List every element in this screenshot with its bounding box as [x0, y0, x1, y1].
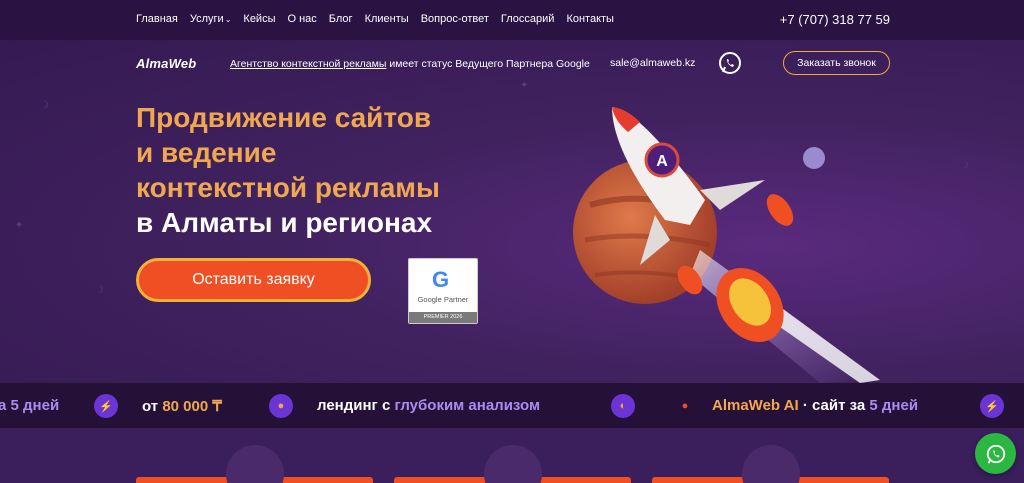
lightning-icon: ⚡: [980, 394, 1004, 418]
email-link[interactable]: sale@almaweb.kz: [610, 57, 695, 69]
phone-number[interactable]: +7 (707) 318 77 59: [780, 12, 890, 27]
badge-brand-text: Google Partner: [417, 295, 469, 304]
partner-status-text: Агентство контекстной рекламы имеет стат…: [230, 58, 590, 70]
headline-line-3: контекстной рекламы: [136, 172, 440, 203]
nav-item-faq[interactable]: Вопрос-ответ: [421, 13, 489, 25]
order-callback-button[interactable]: Заказать звонок: [783, 51, 890, 75]
headline-line-2: и ведение: [136, 137, 277, 168]
nav-item-cases[interactable]: Кейсы: [243, 13, 275, 25]
marquee-item-2-b: 80 000 ₸: [162, 398, 222, 415]
marquee-item-4-c: 5 дней: [869, 397, 919, 414]
main-menu: Главная Услуги⌄ Кейсы О нас Блог Клиенты…: [136, 13, 626, 25]
top-navigation-bar: Главная Услуги⌄ Кейсы О нас Блог Клиенты…: [0, 0, 1024, 40]
almaweb-logo[interactable]: AlmaWeb: [136, 56, 196, 71]
lightning-icon: ⚡: [94, 394, 118, 418]
promo-marquee: а 5 дней ⚡ от 80 000 ₸ ● лендинг с глубо…: [0, 383, 1024, 428]
marquee-item-1-a: а: [0, 397, 7, 414]
coin-icon: ●: [269, 394, 293, 418]
marquee-item-1-b: 5 дней: [10, 397, 60, 414]
nav-item-services[interactable]: Услуги⌄: [190, 13, 232, 25]
nav-item-clients[interactable]: Клиенты: [365, 13, 409, 25]
badge-premier-text: PREMIER 2026: [409, 312, 477, 323]
marquee-item-4-b: · сайт за: [798, 397, 870, 414]
nav-item-home[interactable]: Главная: [136, 13, 178, 25]
marquee-item-3-b: глубоким анализом: [394, 397, 541, 414]
marquee-item-4: AlmaWeb AI · сайт за 5 дней: [712, 397, 918, 414]
chevron-down-icon: ⌄: [224, 15, 232, 24]
google-partner-badge[interactable]: G Google Partner PREMIER 2026: [408, 258, 478, 324]
marquee-item-1: а 5 дней: [0, 397, 59, 414]
marquee-item-2: от 80 000 ₸: [142, 397, 222, 415]
whatsapp-icon[interactable]: [718, 51, 742, 75]
google-g-icon: G: [432, 267, 450, 292]
nav-item-blog[interactable]: Блог: [329, 13, 353, 25]
marquee-item-3-a: лендинг с: [317, 397, 395, 414]
marquee-item-2-a: от: [142, 398, 163, 415]
marquee-item-3: лендинг с глубоким анализом: [317, 397, 540, 414]
planet-icon: ◐: [611, 394, 635, 418]
partner-status-rest: имеет статус Ведущего Партнера Google: [386, 58, 590, 70]
whatsapp-icon: [986, 444, 1005, 464]
headline-line-1: Продвижение сайтов: [136, 102, 432, 133]
headline-line-4: в Алматы и регионах: [136, 207, 433, 238]
nav-item-about[interactable]: О нас: [287, 13, 316, 25]
partner-link[interactable]: Агентство контекстной рекламы: [230, 58, 386, 70]
marquee-item-4-a: AlmaWeb AI: [712, 397, 799, 414]
svg-text:A: A: [656, 153, 668, 170]
dot-icon: ●: [681, 400, 689, 412]
small-planet-shape: [803, 147, 825, 169]
nav-item-glossary[interactable]: Глоссарий: [501, 13, 555, 25]
leave-request-button[interactable]: Оставить заявку: [136, 258, 371, 302]
whatsapp-float-button[interactable]: [975, 433, 1016, 474]
hero-headline: Продвижение сайтов и ведение контекстной…: [136, 100, 440, 240]
nav-item-services-label: Услуги: [189, 13, 224, 25]
nav-item-contacts[interactable]: Контакты: [566, 13, 614, 25]
